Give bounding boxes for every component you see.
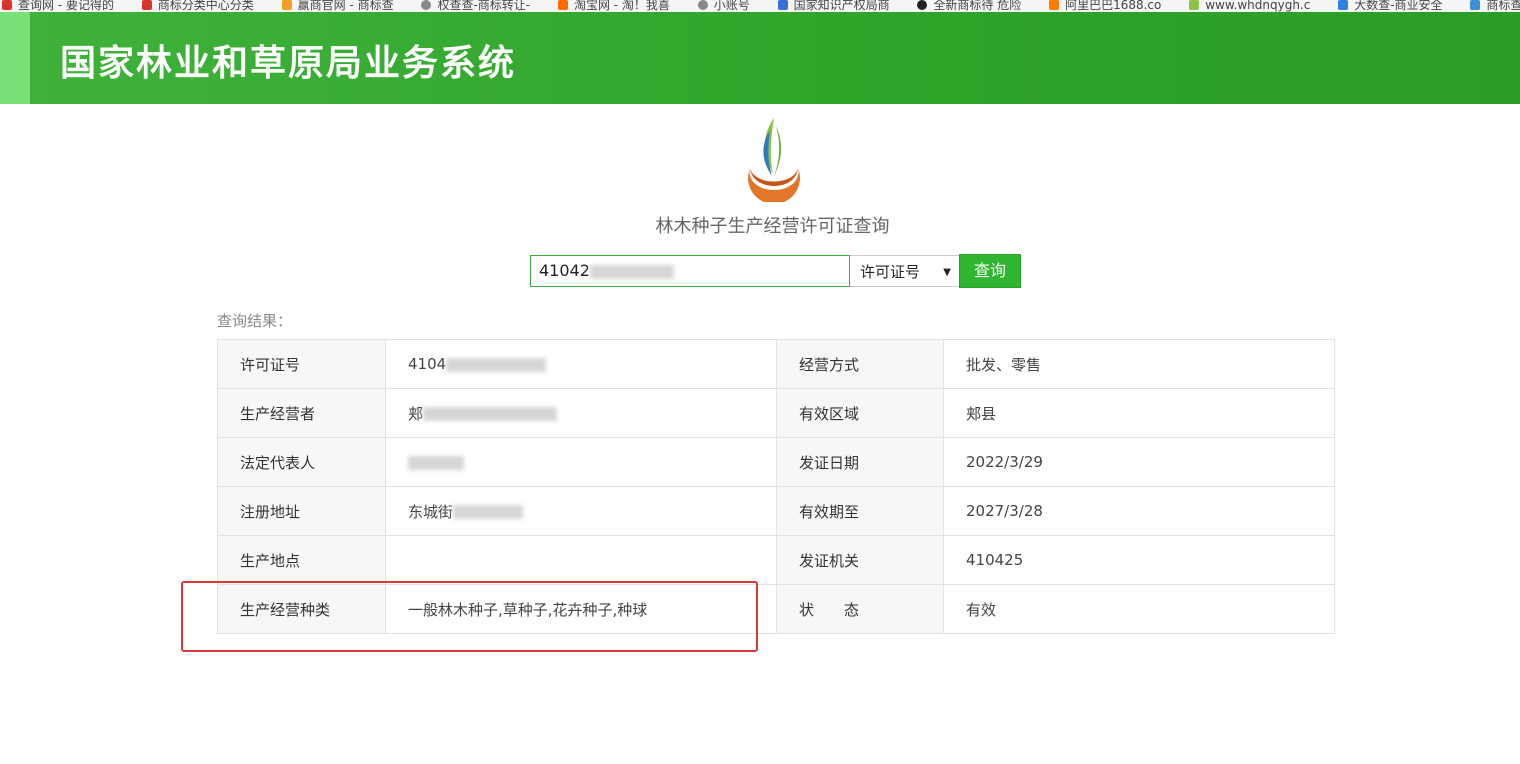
highlight-annotation — [181, 581, 758, 652]
field-label: 法定代表人 — [217, 437, 386, 487]
query-button[interactable]: 查询 — [959, 254, 1021, 288]
bookmark-item[interactable]: www.whdnqygh.c — [1187, 0, 1310, 11]
chevron-down-icon: ▼ — [943, 267, 951, 278]
page-subtitle: 林木种子生产经营许可证查询 — [655, 216, 890, 237]
search-type-value: 许可证号 — [860, 263, 921, 281]
field-label: 状 态 — [776, 584, 944, 634]
flame-logo-icon — [748, 118, 800, 202]
field-label: 有效区域 — [776, 388, 944, 438]
bookmark-icon — [2, 0, 12, 10]
table-row: 生产地点 发证机关 410425 — [217, 535, 1335, 585]
table-row: 许可证号 4104 经营方式 批发、零售 — [217, 339, 1335, 389]
bookmark-icon — [1049, 0, 1060, 10]
bookmark-item[interactable]: 国家知识产权局商 — [776, 0, 890, 11]
field-value — [385, 535, 777, 585]
field-value: 东城街 — [385, 486, 777, 536]
bookmark-item[interactable]: 查询网 - 要记得的 — [0, 0, 114, 11]
bookmark-icon — [281, 0, 292, 10]
bookmark-item[interactable]: 阿里巴巴1688.co — [1047, 0, 1161, 11]
bookmark-icon — [1189, 0, 1200, 10]
bookmark-item[interactable]: 权查查-商标转让- — [419, 0, 530, 11]
field-value: 郏县 — [943, 388, 1335, 438]
field-value: 410425 — [943, 535, 1335, 585]
bookmark-icon — [777, 0, 788, 10]
bookmark-item[interactable]: 大数查-商业安全 — [1336, 0, 1443, 11]
redacted-text — [423, 407, 558, 421]
field-label: 经营方式 — [776, 339, 944, 389]
redacted-text — [446, 357, 547, 372]
field-value: 2027/3/28 — [943, 486, 1335, 536]
bookmark-icon — [1338, 0, 1349, 10]
field-label: 有效期至 — [776, 486, 944, 536]
redacted-text — [408, 455, 464, 470]
field-value: 郏 — [385, 388, 777, 438]
table-row: 生产经营者 郏 有效区域 郏县 — [217, 388, 1335, 438]
bookmark-item[interactable]: 小账号 — [696, 0, 750, 11]
table-row: 法定代表人 发证日期 2022/3/29 — [217, 437, 1335, 487]
bookmark-item[interactable]: 商标查询_国际商标 — [1468, 0, 1520, 11]
bookmark-item[interactable]: 赢商官网 - 商标查 — [280, 0, 394, 11]
field-label: 发证机关 — [776, 535, 944, 585]
field-value: 批发、零售 — [943, 339, 1335, 389]
field-value: 2022/3/29 — [943, 437, 1335, 487]
globe-icon — [697, 0, 708, 10]
field-label: 注册地址 — [217, 486, 386, 536]
site-header: 国家林业和草原局业务系统 — [0, 12, 1520, 104]
results-label: 查询结果： — [217, 312, 293, 330]
globe-icon — [421, 0, 432, 10]
field-value — [385, 437, 777, 487]
bookmark-icon — [141, 0, 152, 10]
field-label: 生产经营者 — [217, 388, 386, 438]
search-type-select[interactable]: 许可证号 ▼ — [850, 255, 960, 287]
license-number-input[interactable]: 41042 — [530, 255, 850, 287]
field-value: 4104 — [385, 339, 777, 389]
redacted-text — [453, 505, 524, 519]
field-label: 发证日期 — [776, 437, 944, 487]
bookmarks-bar: 查询网 - 要记得的 商标分类中心分类 赢商官网 - 商标查 权查查-商标转让-… — [0, 0, 1520, 12]
bookmark-icon — [1470, 0, 1481, 10]
bookmark-icon — [557, 0, 568, 10]
license-input-value: 41042 — [539, 261, 590, 280]
bookmark-icon — [917, 0, 928, 10]
field-label: 许可证号 — [217, 339, 386, 389]
field-label: 生产地点 — [217, 535, 386, 585]
bookmark-item[interactable]: 商标分类中心分类 — [140, 0, 254, 11]
field-value: 有效 — [943, 584, 1335, 634]
table-row: 注册地址 东城街 有效期至 2027/3/28 — [217, 486, 1335, 536]
site-title: 国家林业和草原局业务系统 — [60, 43, 517, 84]
header-edge — [0, 12, 30, 104]
bookmark-item[interactable]: 淘宝网 - 淘！我喜 — [556, 0, 670, 11]
bookmark-item[interactable]: 全新商标待 危险 — [915, 0, 1021, 11]
redacted-text — [589, 264, 674, 279]
